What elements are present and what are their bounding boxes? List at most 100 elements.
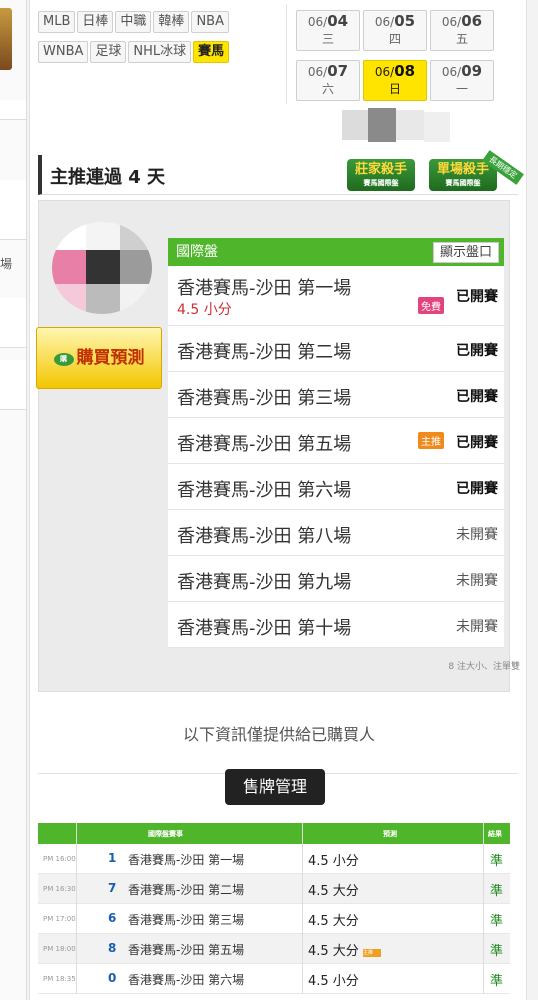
race-status: 已開賽 — [456, 389, 498, 405]
market-title: 國際盤 — [176, 244, 218, 260]
date-day: 06 — [461, 12, 483, 30]
history-result: 準 — [490, 974, 504, 989]
buy-prediction-button[interactable]: 購購買預測 — [36, 327, 162, 389]
league-tags: MLB 日棒 中職 韓棒 NBA WNBA 足球 NHL冰球 賽馬 — [38, 10, 278, 70]
history-game: 香港賽馬-沙田 第五場 — [128, 943, 245, 957]
race-status: 未開賽 — [456, 619, 498, 635]
league-tag[interactable]: WNBA — [38, 41, 89, 63]
avatar — [52, 222, 152, 314]
date-tab[interactable]: 06/09 一 — [430, 60, 494, 101]
market-header: 國際盤 顯示盤口 — [168, 238, 504, 266]
show-odds-button[interactable]: 顯示盤口 — [432, 242, 499, 263]
market-row[interactable]: 香港賽馬-沙田 第九場 未開賽 — [168, 556, 504, 602]
history-header: 國際盤賽事 預測 結果 — [38, 823, 510, 844]
history-row: PM 18:35 0 香港賽馬-沙田 第六場 4.5 小分 準 — [38, 964, 510, 994]
history-number: 7 — [108, 881, 117, 895]
footnote: 8 注大小、注單雙 — [448, 662, 520, 672]
history-game: 香港賽馬-沙田 第二場 — [128, 883, 245, 897]
race-name: 香港賽馬-沙田 第一場 — [177, 278, 352, 299]
history-number: 0 — [108, 971, 117, 985]
race-name: 香港賽馬-沙田 第十場 — [177, 618, 352, 639]
race-name: 香港賽馬-沙田 第三場 — [177, 388, 352, 409]
blurred-pixel — [424, 112, 450, 142]
date-tab[interactable]: 06/05 四 — [363, 10, 427, 51]
date-month: 06/ — [441, 15, 462, 29]
race-name: 香港賽馬-沙田 第五場 — [177, 434, 352, 455]
date-tab[interactable]: 06/08 日 — [363, 60, 427, 101]
main-panel: MLB 日棒 中職 韓棒 NBAWNBA 足球 NHL冰球 賽馬 06/04 三06/05 四… — [29, 0, 527, 1000]
col-line — [302, 823, 303, 994]
header-result: 結果 — [488, 830, 502, 838]
badge-label: 莊家殺手 — [354, 162, 407, 177]
market-row[interactable]: 香港賽馬-沙田 第六場 已開賽 — [168, 464, 504, 510]
market-row[interactable]: 香港賽馬-沙田 第五場 主推 已開賽 — [168, 418, 504, 464]
date-tabs: 06/04 三06/05 四06/06 五06/07 六06/08 日06/09… — [296, 10, 516, 110]
date-day: 07 — [327, 62, 349, 80]
date-weekday: 日 — [388, 82, 401, 96]
date-weekday: 一 — [455, 82, 468, 96]
league-tag[interactable]: 韓棒 — [153, 11, 190, 33]
date-month: 06/ — [307, 65, 328, 79]
date-weekday: 四 — [388, 32, 401, 46]
header-game: 國際盤賽事 — [148, 830, 183, 838]
history-row: PM 16:30 7 香港賽馬-沙田 第二場 4.5 大分 準 — [38, 874, 510, 904]
league-tag[interactable]: NBA — [191, 11, 229, 33]
history-number: 6 — [108, 911, 117, 925]
history-time: PM 16:00 — [43, 855, 76, 863]
history-time: PM 18:35 — [43, 975, 76, 983]
race-status: 未開賽 — [456, 527, 498, 543]
buy-label: 購買預測 — [76, 348, 145, 368]
race-status: 未開賽 — [456, 573, 498, 589]
league-tag[interactable]: 賽馬 — [193, 41, 230, 63]
divider — [286, 4, 287, 104]
left-card — [0, 100, 26, 120]
header-pred: 預測 — [383, 830, 397, 838]
badge-sub: 賽馬國際盤 — [363, 179, 399, 187]
date-day: 09 — [461, 62, 483, 80]
date-weekday: 三 — [321, 32, 334, 46]
date-weekday: 六 — [321, 82, 334, 96]
date-tab[interactable]: 06/07 六 — [296, 60, 360, 101]
history-number: 1 — [108, 851, 117, 865]
league-tag[interactable]: MLB — [38, 11, 76, 33]
race-tag: 免費 — [418, 297, 444, 314]
date-tab[interactable]: 06/04 三 — [296, 10, 360, 51]
history-time: PM 18:00 — [43, 945, 76, 953]
date-tab[interactable]: 06/06 五 — [430, 10, 494, 51]
history-result: 準 — [490, 914, 504, 929]
blurred-pixel — [396, 110, 424, 140]
market-row[interactable]: 香港賽馬-沙田 第三場 已開賽 — [168, 372, 504, 418]
race-status: 已開賽 — [456, 289, 498, 305]
dealer-killer-badge: 莊家殺手 賽馬國際盤 — [347, 159, 415, 191]
history-pred: 4.5 大分 — [308, 884, 359, 899]
left-thumbnail[interactable] — [0, 8, 12, 70]
market-row[interactable]: 香港賽馬-沙田 第一場 4.5 小分 免費 已開賽 — [168, 266, 504, 326]
league-tag[interactable]: NHL冰球 — [128, 41, 192, 63]
history-pred: 4.5 大分 主推 — [308, 940, 381, 959]
date-month: 06/ — [307, 15, 328, 29]
history-pred: 4.5 小分 — [308, 854, 359, 869]
market-row[interactable]: 香港賽馬-沙田 第十場 未開賽 — [168, 602, 504, 648]
badge-label: 單場殺手 — [436, 162, 489, 177]
market-row[interactable]: 香港賽馬-沙田 第八場 未開賽 — [168, 510, 504, 556]
history-time: PM 17:00 — [43, 915, 76, 923]
league-tag[interactable]: 中職 — [115, 11, 152, 33]
left-card — [0, 180, 26, 240]
market-table: 國際盤 顯示盤口 香港賽馬-沙田 第一場 4.5 小分 免費 已開賽 香港賽馬-沙田 第… — [168, 238, 504, 648]
history-result: 準 — [490, 884, 504, 899]
left-panel-strip: 場 — [0, 0, 27, 1000]
hot-tag: 主推 — [362, 949, 381, 957]
history-row: PM 17:00 6 香港賽馬-沙田 第三場 4.5 大分 準 — [38, 904, 510, 934]
left-card — [0, 360, 26, 410]
date-day: 04 — [327, 12, 349, 30]
coin-icon: 購 — [53, 353, 74, 366]
race-name: 香港賽馬-沙田 第九場 — [177, 572, 352, 593]
date-day: 05 — [394, 12, 416, 30]
race-name: 香港賽馬-沙田 第六場 — [177, 480, 352, 501]
race-status: 已開賽 — [456, 343, 498, 359]
league-tag[interactable]: 日棒 — [77, 11, 114, 33]
market-row[interactable]: 香港賽馬-沙田 第二場 已開賽 — [168, 326, 504, 372]
league-tag[interactable]: 足球 — [90, 41, 127, 63]
manage-button[interactable]: 售牌管理 — [225, 769, 325, 805]
left-label: 場 — [0, 257, 13, 271]
